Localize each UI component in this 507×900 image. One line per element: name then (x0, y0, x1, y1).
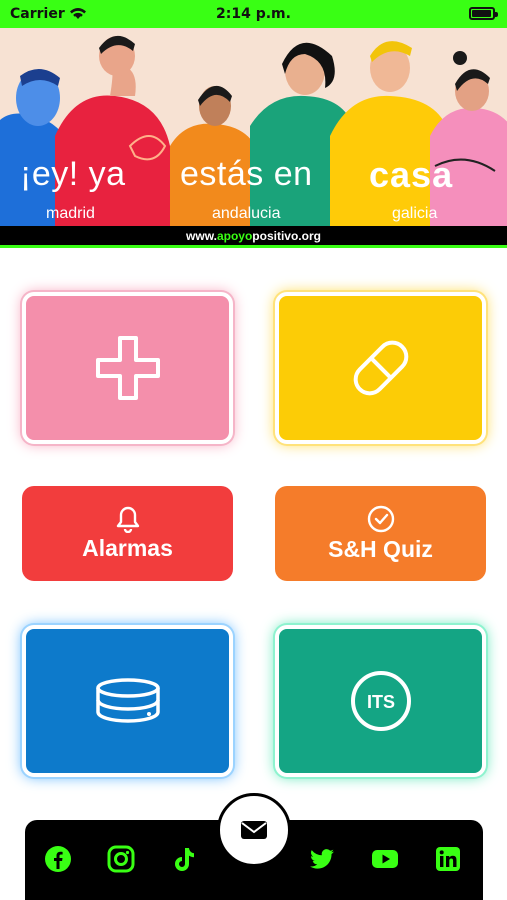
person-orange-illustration (170, 85, 260, 226)
banner-region-andalucia: andalucia (212, 205, 281, 222)
tiktok-icon[interactable] (170, 845, 198, 873)
website-url[interactable]: www.apoyopositivo.org (0, 226, 507, 246)
youtube-icon[interactable] (371, 845, 399, 873)
pill-icon (353, 340, 408, 396)
url-brand: apoyo (216, 229, 253, 243)
clock: 2:14 p.m. (216, 6, 291, 22)
person-red-illustration (55, 35, 170, 226)
facebook-icon[interactable] (44, 845, 72, 873)
url-prefix: www. (186, 229, 217, 243)
linkedin-icon[interactable] (434, 845, 462, 873)
person-pink-illustration (430, 51, 507, 226)
banner-headline-3: casa (369, 154, 454, 195)
alarms-label: Alarmas (82, 535, 173, 561)
url-suffix: positivo.org (252, 229, 321, 243)
twitter-icon[interactable] (308, 845, 336, 873)
accent-divider (0, 245, 507, 248)
its-icon: ITS (350, 671, 411, 731)
banner-headline-1: ¡ey! ya (20, 155, 126, 193)
storage-tile-button[interactable] (22, 625, 233, 777)
its-tile-button[interactable]: ITS (275, 625, 486, 777)
status-bar: Carrier 2:14 p.m. (0, 0, 507, 28)
medication-tile-button[interactable] (275, 292, 486, 444)
quiz-label: S&H Quiz (328, 536, 433, 562)
mail-button[interactable] (217, 793, 291, 867)
banner-region-madrid: madrid (46, 205, 95, 222)
database-icon (95, 678, 160, 723)
banner-headline-2: estás en (180, 155, 313, 193)
bell-icon (116, 506, 139, 533)
quiz-button[interactable]: S&H Quiz (275, 486, 486, 581)
alarms-button[interactable]: Alarmas (22, 486, 233, 581)
its-text: ITS (366, 692, 394, 712)
mail-icon (241, 821, 267, 839)
plus-icon (95, 336, 160, 400)
banner-region-galicia: galicia (392, 205, 438, 222)
battery-icon (469, 7, 498, 20)
check-circle-icon (367, 505, 394, 533)
medical-tile-button[interactable] (22, 292, 233, 444)
instagram-icon[interactable] (107, 845, 135, 873)
promo-banner[interactable]: ¡ey! ya estás en casa madrid andalucia g… (0, 28, 507, 226)
